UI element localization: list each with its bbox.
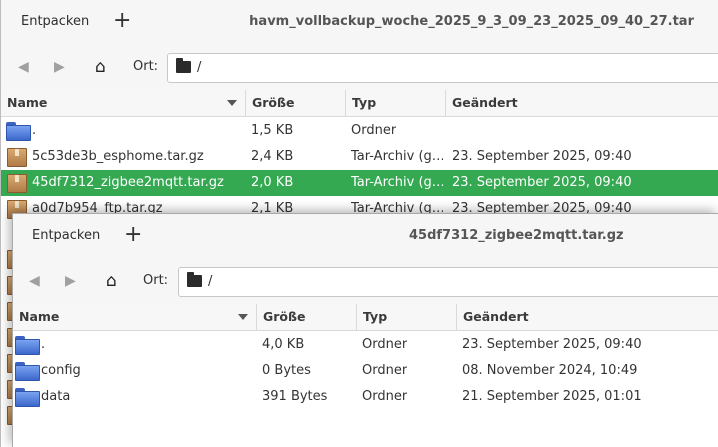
file-name: data [41, 389, 71, 404]
folder-icon [176, 58, 191, 73]
sort-down-icon [227, 100, 237, 106]
file-name: 5c53de3b_esphome.tar.gz [32, 149, 204, 164]
file-modified: 23. September 2025, 09:40 [452, 175, 632, 190]
file-size: 2,0 KB [251, 175, 294, 190]
folder-icon [6, 122, 31, 141]
file-modified: 21. September 2025, 01:01 [462, 389, 642, 404]
add-files-icon[interactable]: + [124, 214, 142, 258]
file-type: Ordner [362, 337, 408, 352]
file-row[interactable]: . 4,0 KB Ordner 23. September 2025, 09:4… [13, 332, 718, 358]
file-size: 1,5 KB [251, 123, 294, 138]
back-arrow-icon[interactable]: ◀ [18, 44, 29, 90]
window-title: 45df7312_zigbee2mqtt.tar.gz [409, 228, 624, 243]
file-row[interactable]: 5c53de3b_esphome.tar.gz 2,4 KB Tar-Archi… [1, 144, 718, 170]
column-header: Name Größe Typ Geändert [1, 90, 718, 117]
file-modified: 23. September 2025, 09:40 [462, 337, 642, 352]
file-size: 4,0 KB [262, 337, 305, 352]
location-path: / [197, 60, 202, 75]
file-name: config [41, 363, 81, 378]
archive-manager-window-front: Entpacken + 45df7312_zigbee2mqtt.tar.gz … [12, 213, 718, 447]
folder-icon [15, 362, 40, 381]
file-size: 0 Bytes [262, 363, 311, 378]
extract-button[interactable]: Entpacken [32, 214, 100, 258]
file-type: Ordner [362, 389, 408, 404]
forward-arrow-icon[interactable]: ▶ [65, 258, 76, 304]
column-type-header[interactable]: Typ [346, 90, 446, 116]
location-toolbar: ◀ ▶ ⌂ Ort: / [1, 44, 718, 91]
add-files-icon[interactable]: + [113, 0, 131, 44]
location-label: Ort: [143, 273, 169, 288]
file-row[interactable]: . 1,5 KB Ordner [1, 118, 718, 144]
home-icon[interactable]: ⌂ [106, 258, 117, 304]
file-size: 391 Bytes [262, 389, 328, 404]
folder-icon [187, 272, 202, 287]
location-path: / [208, 274, 213, 289]
file-type: Tar-Archiv (g… [351, 175, 443, 190]
file-name: 45df7312_zigbee2mqtt.tar.gz [32, 175, 224, 190]
archive-icon [7, 174, 27, 193]
folder-icon [15, 388, 40, 407]
file-type: Ordner [362, 363, 408, 378]
folder-icon [15, 336, 40, 355]
location-field[interactable]: / [167, 53, 718, 83]
column-name-header[interactable]: Name [13, 304, 257, 330]
column-name-header[interactable]: Name [1, 90, 246, 116]
extract-button[interactable]: Entpacken [21, 0, 89, 44]
window-title: havm_vollbackup_woche_2025_9_3_09_23_202… [249, 14, 694, 29]
forward-arrow-icon[interactable]: ▶ [54, 44, 65, 90]
column-modified-header[interactable]: Geändert [446, 90, 718, 116]
file-type: Tar-Archiv (g… [351, 149, 443, 164]
header-bar: Entpacken + 45df7312_zigbee2mqtt.tar.gz [13, 214, 718, 259]
file-name: . [32, 123, 37, 138]
sort-down-icon [238, 314, 248, 320]
column-header: Name Größe Typ Geändert [13, 304, 718, 331]
location-field[interactable]: / [178, 267, 718, 297]
file-row[interactable]: config 0 Bytes Ordner 08. November 2024,… [13, 358, 718, 384]
home-icon[interactable]: ⌂ [95, 44, 106, 90]
file-row[interactable]: data 391 Bytes Ordner 21. September 2025… [13, 384, 718, 410]
file-name: . [41, 337, 46, 352]
archive-icon [7, 148, 27, 167]
column-type-header[interactable]: Typ [357, 304, 457, 330]
column-modified-header[interactable]: Geändert [457, 304, 718, 330]
location-label: Ort: [133, 59, 159, 74]
back-arrow-icon[interactable]: ◀ [29, 258, 40, 304]
file-modified: 08. November 2024, 10:49 [462, 363, 638, 378]
column-size-header[interactable]: Größe [246, 90, 346, 116]
column-size-header[interactable]: Größe [257, 304, 357, 330]
location-toolbar: ◀ ▶ ⌂ Ort: / [13, 258, 718, 305]
file-row-selected[interactable]: 45df7312_zigbee2mqtt.tar.gz 2,0 KB Tar-A… [1, 170, 718, 196]
file-type: Ordner [351, 123, 397, 138]
file-modified: 23. September 2025, 09:40 [452, 149, 632, 164]
file-size: 2,4 KB [251, 149, 294, 164]
header-bar: Entpacken + havm_vollbackup_woche_2025_9… [1, 0, 718, 45]
